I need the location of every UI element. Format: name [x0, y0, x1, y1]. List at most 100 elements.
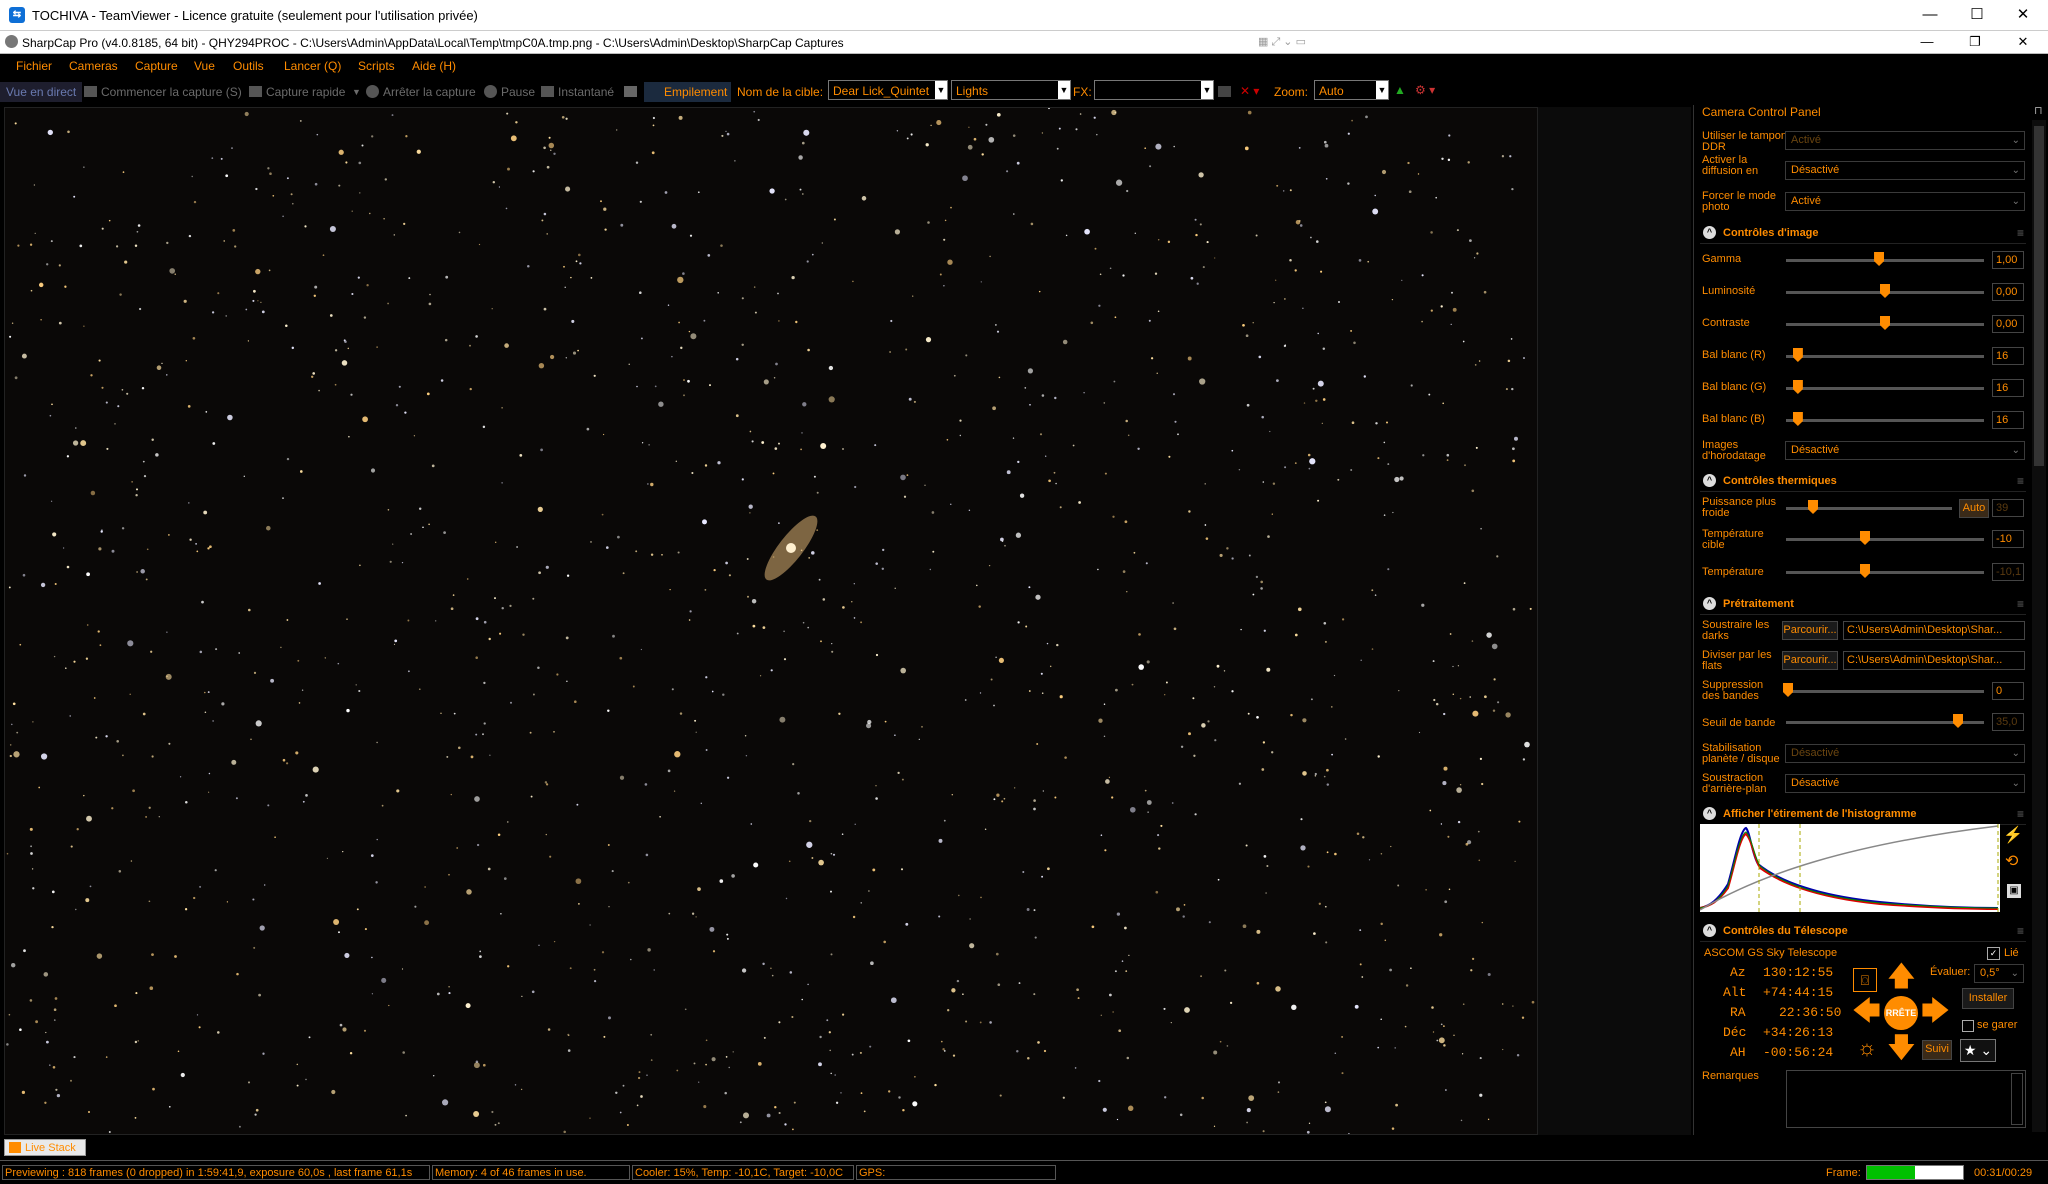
- target-temp-slider[interactable]: [1786, 538, 1984, 541]
- section-menu-icon[interactable]: ≡: [2017, 924, 2024, 938]
- section-menu-icon[interactable]: ≡: [2017, 226, 2024, 240]
- section-telescope[interactable]: ^ Contrôles du Télescope ≡: [1700, 921, 2026, 942]
- south-arrow-button[interactable]: 🡇: [1887, 1034, 1916, 1062]
- section-preprocessing[interactable]: ^ Prétraitement ≡: [1700, 594, 2026, 615]
- collapse-icon[interactable]: ^: [1703, 226, 1716, 239]
- section-thermal-controls[interactable]: ^ Contrôles thermiques ≡: [1700, 471, 2026, 492]
- fx-select[interactable]: ▼: [1094, 80, 1214, 100]
- histogram-toolbar-icon[interactable]: ▲: [1394, 83, 1406, 97]
- menu-scripts[interactable]: Scripts: [358, 59, 395, 73]
- frame-type-select[interactable]: Lights ▼: [951, 80, 1071, 100]
- menu-cameras[interactable]: Cameras: [69, 59, 118, 73]
- slider-track[interactable]: [1786, 419, 1984, 422]
- section-image-controls[interactable]: ^ Contrôles d'image ≡: [1700, 223, 2026, 244]
- start-capture-button[interactable]: Commencer la capture (S): [101, 85, 242, 99]
- slider-value[interactable]: 16: [1992, 411, 2024, 429]
- lightning-icon[interactable]: ⚡: [2003, 828, 2023, 844]
- darks-path-select[interactable]: C:\Users\Admin\Desktop\Shar...: [1843, 621, 2025, 640]
- teamviewer-remote-toolbar-icon[interactable]: ▦ ⤢ ⌄ ▭: [1258, 35, 1318, 49]
- menu-aide[interactable]: Aide (H): [412, 59, 456, 73]
- band-suppression-value[interactable]: 0: [1992, 682, 2024, 700]
- slider-value[interactable]: 0,00: [1992, 283, 2024, 301]
- east-arrow-button[interactable]: 🡆: [1921, 997, 1950, 1025]
- frame-type-dropdown-icon[interactable]: ▼: [1058, 81, 1070, 99]
- reticle-icon[interactable]: ✕ ▾: [1240, 84, 1259, 98]
- track-button[interactable]: Suivi: [1922, 1040, 1952, 1060]
- options-toolbar-icon[interactable]: ⚙ ▾: [1415, 83, 1435, 97]
- stacking-button[interactable]: Empilement: [644, 82, 732, 102]
- menu-vue[interactable]: Vue: [194, 59, 215, 73]
- slider-track[interactable]: [1786, 387, 1984, 390]
- tv-maximize-button[interactable]: ☐: [1954, 0, 2000, 30]
- cooler-auto-button[interactable]: Auto: [1959, 499, 1989, 518]
- sun-icon[interactable]: ☼: [1853, 1034, 1881, 1062]
- fx-settings-icon[interactable]: [1218, 86, 1231, 97]
- collapse-icon[interactable]: ^: [1703, 807, 1716, 820]
- collapse-icon[interactable]: ^: [1703, 924, 1716, 937]
- histogram-plot[interactable]: [1699, 824, 2000, 912]
- menu-capture[interactable]: Capture: [135, 59, 178, 73]
- reset-icon[interactable]: ⟲: [2005, 854, 2018, 870]
- flats-browse-button[interactable]: Parcourir...: [1782, 651, 1838, 670]
- snapshot-button[interactable]: Instantané: [558, 85, 614, 99]
- tv-close-button[interactable]: ✕: [2000, 0, 2046, 30]
- quick-capture-button[interactable]: Capture rapide: [266, 85, 345, 99]
- section-histogram[interactable]: ^ Afficher l'étirement de l'histogramme …: [1700, 804, 2026, 825]
- flats-path-select[interactable]: C:\Users\Admin\Desktop\Shar...: [1843, 651, 2025, 670]
- panel-pin-icon[interactable]: ⊓: [2034, 106, 2043, 117]
- collapse-icon[interactable]: ^: [1703, 597, 1716, 610]
- slider-value[interactable]: 16: [1992, 379, 2024, 397]
- target-dropdown-icon[interactable]: ▼: [935, 81, 947, 99]
- settings-toolbar-icon[interactable]: [624, 86, 637, 97]
- collapse-icon[interactable]: ^: [1703, 474, 1716, 487]
- menu-lancer[interactable]: Lancer (Q): [284, 59, 341, 73]
- pause-button[interactable]: Pause: [501, 85, 535, 99]
- panel-scrollbar[interactable]: [2032, 120, 2046, 1132]
- stop-button[interactable]: RRÊTE: [1884, 996, 1918, 1030]
- band-suppression-slider[interactable]: [1786, 690, 1984, 693]
- section-menu-icon[interactable]: ≡: [2017, 474, 2024, 488]
- live-view-button[interactable]: Vue en direct: [0, 82, 83, 102]
- target-name-input[interactable]: Dear Lick_Quintet ▼: [828, 80, 948, 100]
- darks-browse-button[interactable]: Parcourir...: [1782, 621, 1838, 640]
- slider-value[interactable]: 16: [1992, 347, 2024, 365]
- star-favorites-button[interactable]: ★ ⌄: [1960, 1039, 1996, 1062]
- sc-close-button[interactable]: ✕: [2000, 31, 2046, 53]
- slider-track[interactable]: [1786, 355, 1984, 358]
- live-stack-tab[interactable]: Live Stack: [4, 1139, 86, 1156]
- quick-capture-dropdown-icon[interactable]: ▼: [352, 87, 361, 97]
- slider-value[interactable]: 0,00: [1992, 315, 2024, 333]
- ddr-buffer-select[interactable]: Activé ⌄: [1785, 131, 2025, 150]
- linked-checkbox[interactable]: ✓: [1987, 947, 2000, 960]
- rate-select[interactable]: 0,5° ⌄: [1974, 964, 2024, 983]
- fx-dropdown-icon[interactable]: ▼: [1201, 81, 1213, 99]
- save-icon[interactable]: ▣: [2007, 884, 2021, 898]
- north-arrow-button[interactable]: 🡅: [1887, 962, 1916, 990]
- zoom-select[interactable]: Auto ▼: [1314, 80, 1389, 100]
- zoom-label: Zoom:: [1274, 85, 1309, 99]
- slider-track[interactable]: [1786, 259, 1984, 262]
- image-viewport[interactable]: [4, 107, 1538, 1135]
- sc-minimize-button[interactable]: —: [1904, 31, 1950, 53]
- section-menu-icon[interactable]: ≡: [2017, 807, 2024, 821]
- timestamp-select[interactable]: Désactivé ⌄: [1785, 441, 2025, 460]
- target-temp-value[interactable]: -10: [1992, 530, 2024, 548]
- park-checkbox[interactable]: [1962, 1020, 1974, 1032]
- menu-outils[interactable]: Outils: [233, 59, 264, 73]
- menu-fichier[interactable]: Fichier: [16, 59, 52, 73]
- stabilisation-select[interactable]: Désactivé ⌄: [1785, 744, 2025, 763]
- photo-mode-select[interactable]: Activé ⌄: [1785, 192, 2025, 211]
- stop-capture-button[interactable]: Arrêter la capture: [383, 85, 476, 99]
- band-threshold-value[interactable]: 35,0: [1992, 713, 2024, 731]
- goto-icon[interactable]: ⌼: [1853, 968, 1877, 992]
- zoom-dropdown-icon[interactable]: ▼: [1376, 81, 1388, 99]
- notes-textarea[interactable]: [1786, 1070, 2026, 1128]
- west-arrow-button[interactable]: 🡄: [1852, 997, 1881, 1025]
- live-stream-select[interactable]: Désactivé ⌄: [1785, 161, 2025, 180]
- slider-value[interactable]: 1,00: [1992, 251, 2024, 269]
- section-menu-icon[interactable]: ≡: [2017, 597, 2024, 611]
- tv-minimize-button[interactable]: —: [1907, 0, 1953, 30]
- bg-subtraction-select[interactable]: Désactivé ⌄: [1785, 774, 2025, 793]
- sc-restore-button[interactable]: ❐: [1952, 31, 1998, 53]
- install-button[interactable]: Installer: [1962, 988, 2014, 1009]
